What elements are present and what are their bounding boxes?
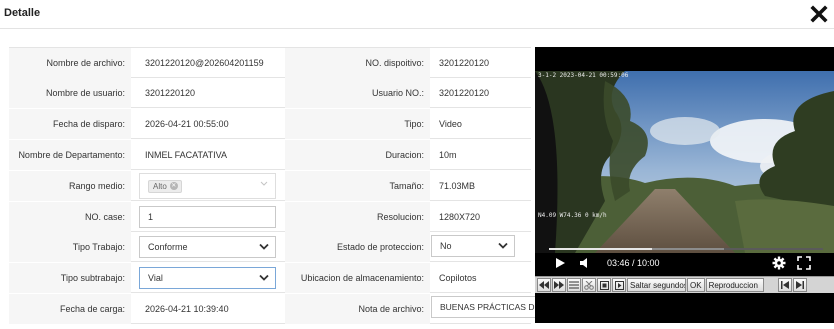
frame-button[interactable] [612,278,626,292]
archivo-label: Nombre de archivo: [9,48,131,78]
case-input[interactable]: 1 [139,206,276,228]
row-trabajo: Tipo Trabajo: Conforme Estado de protecc… [9,232,531,262]
row-disparo: Fecha de disparo: 2026-04-21 00:55:00 Ti… [9,109,531,139]
video-overlay-bottom: N4.09 W74.36 0 km/h [538,212,607,219]
tipo-label: Tipo: [285,109,430,139]
tag-remove-icon[interactable]: ✕ [169,182,178,190]
subtrabajo-select[interactable]: Vial [139,267,276,289]
chevron-down-icon [259,243,269,250]
skip-seconds-input[interactable]: Saltar segundos [627,278,686,292]
gear-icon[interactable] [772,256,786,270]
chevron-down-icon [260,181,268,186]
dispositivo-value: 3201220120 [439,58,490,68]
dialog-title: Detalle [4,7,41,19]
disparo-label: Fecha de disparo: [9,109,131,139]
row-archivo: Nombre de archivo: 3201220120@2026042011… [9,48,531,78]
scissors-icon [584,280,594,290]
rango-tag-label: Alto [153,181,167,191]
usuario-label: Nombre de usuario: [9,78,131,108]
rango-tag: Alto ✕ [148,179,182,193]
video-progress-bar[interactable] [549,248,823,250]
player-toolbar: Saltar segundos OK Reproduccion [535,276,834,293]
rewind-button[interactable] [537,278,551,292]
video-time-display: 03:46 / 10:00 [607,258,660,268]
tipo-value: Video [439,119,462,129]
trabajo-value: Conforme [148,242,188,252]
dispositivo-label: NO. dispoitivo: [285,48,430,78]
row-departamento: Nombre de Departamento: INMEL FACATATIVA… [9,140,531,170]
usuario-no-label: Usuario NO.: [285,78,430,108]
departamento-value: INMEL FACATATIVA [145,150,228,160]
playback-mode-select[interactable]: Reproduccion [705,278,764,292]
volume-icon[interactable] [579,257,591,269]
play-icon[interactable] [554,257,566,269]
dialog-header: Detalle [0,0,834,29]
duracion-label: Duracion: [285,140,430,170]
fast-forward-icon [554,281,564,289]
screenshot-button[interactable] [597,278,611,292]
fast-forward-button[interactable] [552,278,566,292]
nota-label: Nota de archivo: [285,294,430,324]
skip-end-button[interactable] [792,278,807,292]
tamano-value: 71.03MB [439,181,476,191]
video-progress-fill [549,248,653,250]
archivo-value: 3201220120@202604201159 [145,58,264,68]
trabajo-select[interactable]: Conforme [139,236,276,258]
row-subtrabajo: Tipo subtrabajo: Vial Ubicacion de almac… [9,263,531,293]
screenshot-icon [599,280,609,290]
tamano-label: Tamaño: [285,171,430,201]
detail-form: Nombre de archivo: 3201220120@2026042011… [9,47,531,324]
subtrabajo-label: Tipo subtrabajo: [9,263,131,293]
skip-start-icon [780,281,789,289]
skip-start-button[interactable] [777,278,792,292]
carga-value: 2026-04-21 10:39:40 [145,304,229,314]
chevron-down-icon [259,274,269,281]
ok-button[interactable]: OK [687,278,705,292]
fullscreen-icon[interactable] [797,256,811,270]
departamento-label: Nombre de Departamento: [9,140,131,170]
almacenamiento-label: Ubicacion de almacenamiento: [285,263,430,293]
proteccion-select[interactable]: No [431,235,515,257]
case-label: NO. case: [9,202,131,232]
skip-end-icon [795,281,804,289]
rewind-icon [539,281,549,289]
frame-icon [614,280,624,290]
video-overlay-top: 3-1-2 2023-04-21 00:59:06 [538,72,629,79]
resolucion-label: Resolucion: [285,202,430,232]
chevron-down-icon [498,242,508,249]
close-icon[interactable] [810,5,828,23]
carga-label: Fecha de carga: [9,294,131,324]
almacenamiento-value: Copilotos [439,273,477,283]
video-frame [535,71,834,253]
list-icon [569,281,579,289]
row-case: NO. case: 1 Resolucion: 1280X720 [9,202,531,232]
list-button[interactable] [567,278,581,292]
usuario-value: 3201220120 [145,88,196,98]
trabajo-label: Tipo Trabajo: [9,232,131,262]
row-usuario: Nombre de usuario: 3201220120 Usuario NO… [9,78,531,108]
resolucion-value: 1280X720 [439,212,481,222]
usuario-no-value: 3201220120 [439,88,490,98]
duracion-value: 10m [439,150,457,160]
cut-button[interactable] [582,278,596,292]
rango-multiselect[interactable]: Alto ✕ [139,173,276,199]
proteccion-value: No [440,241,452,251]
disparo-value: 2026-04-21 00:55:00 [145,119,229,129]
row-rango: Rango medio: Alto ✕ Tamaño: 71.03MB [9,171,531,201]
subtrabajo-value: Vial [148,273,163,283]
rango-label: Rango medio: [9,171,131,201]
proteccion-label: Estado de proteccion: [285,232,430,262]
